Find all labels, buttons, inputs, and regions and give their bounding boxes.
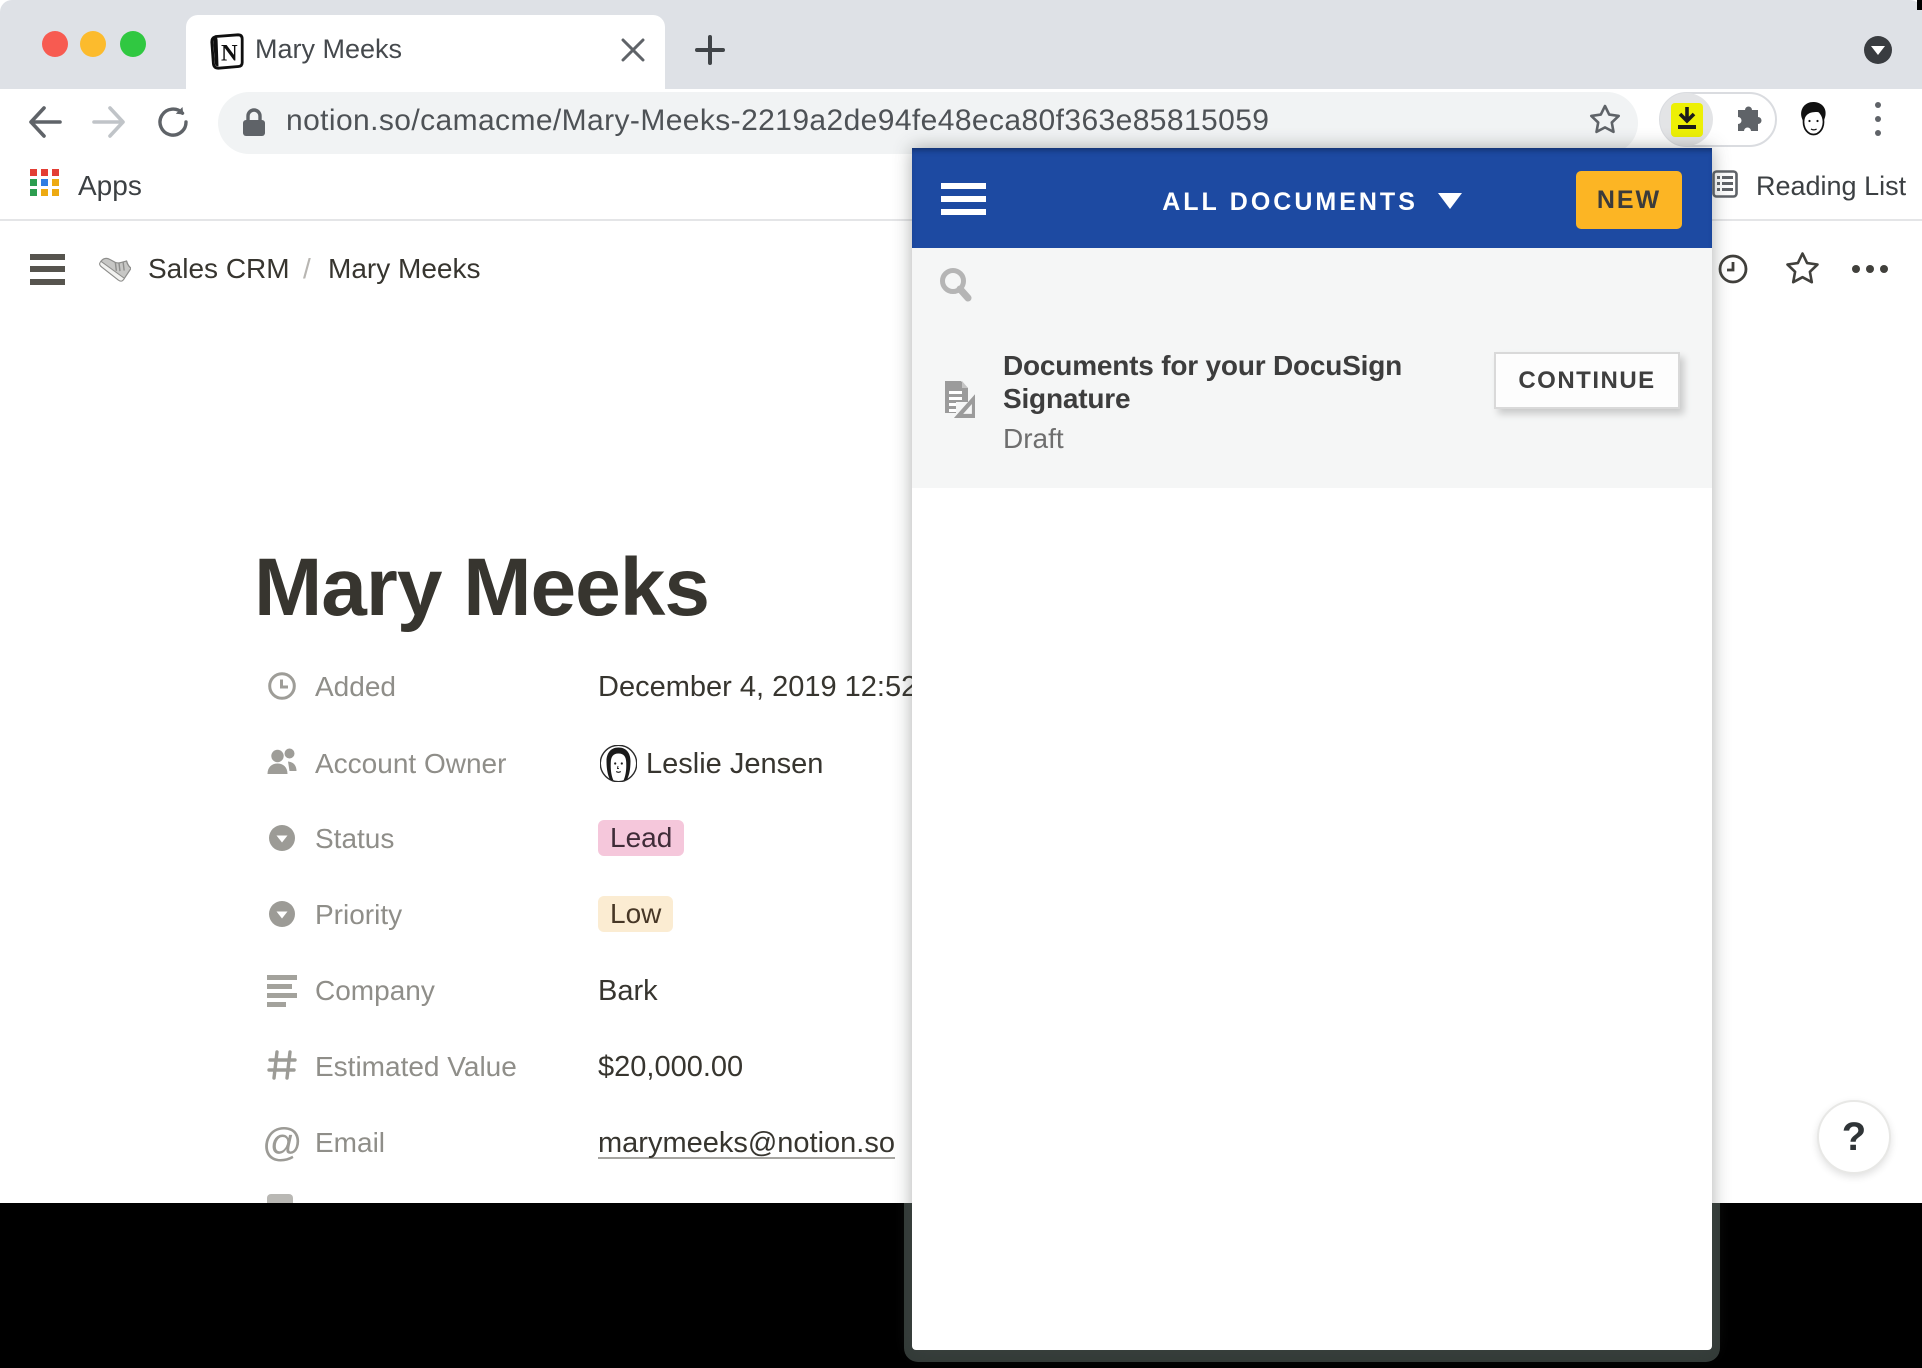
svg-text:N: N	[221, 41, 238, 66]
